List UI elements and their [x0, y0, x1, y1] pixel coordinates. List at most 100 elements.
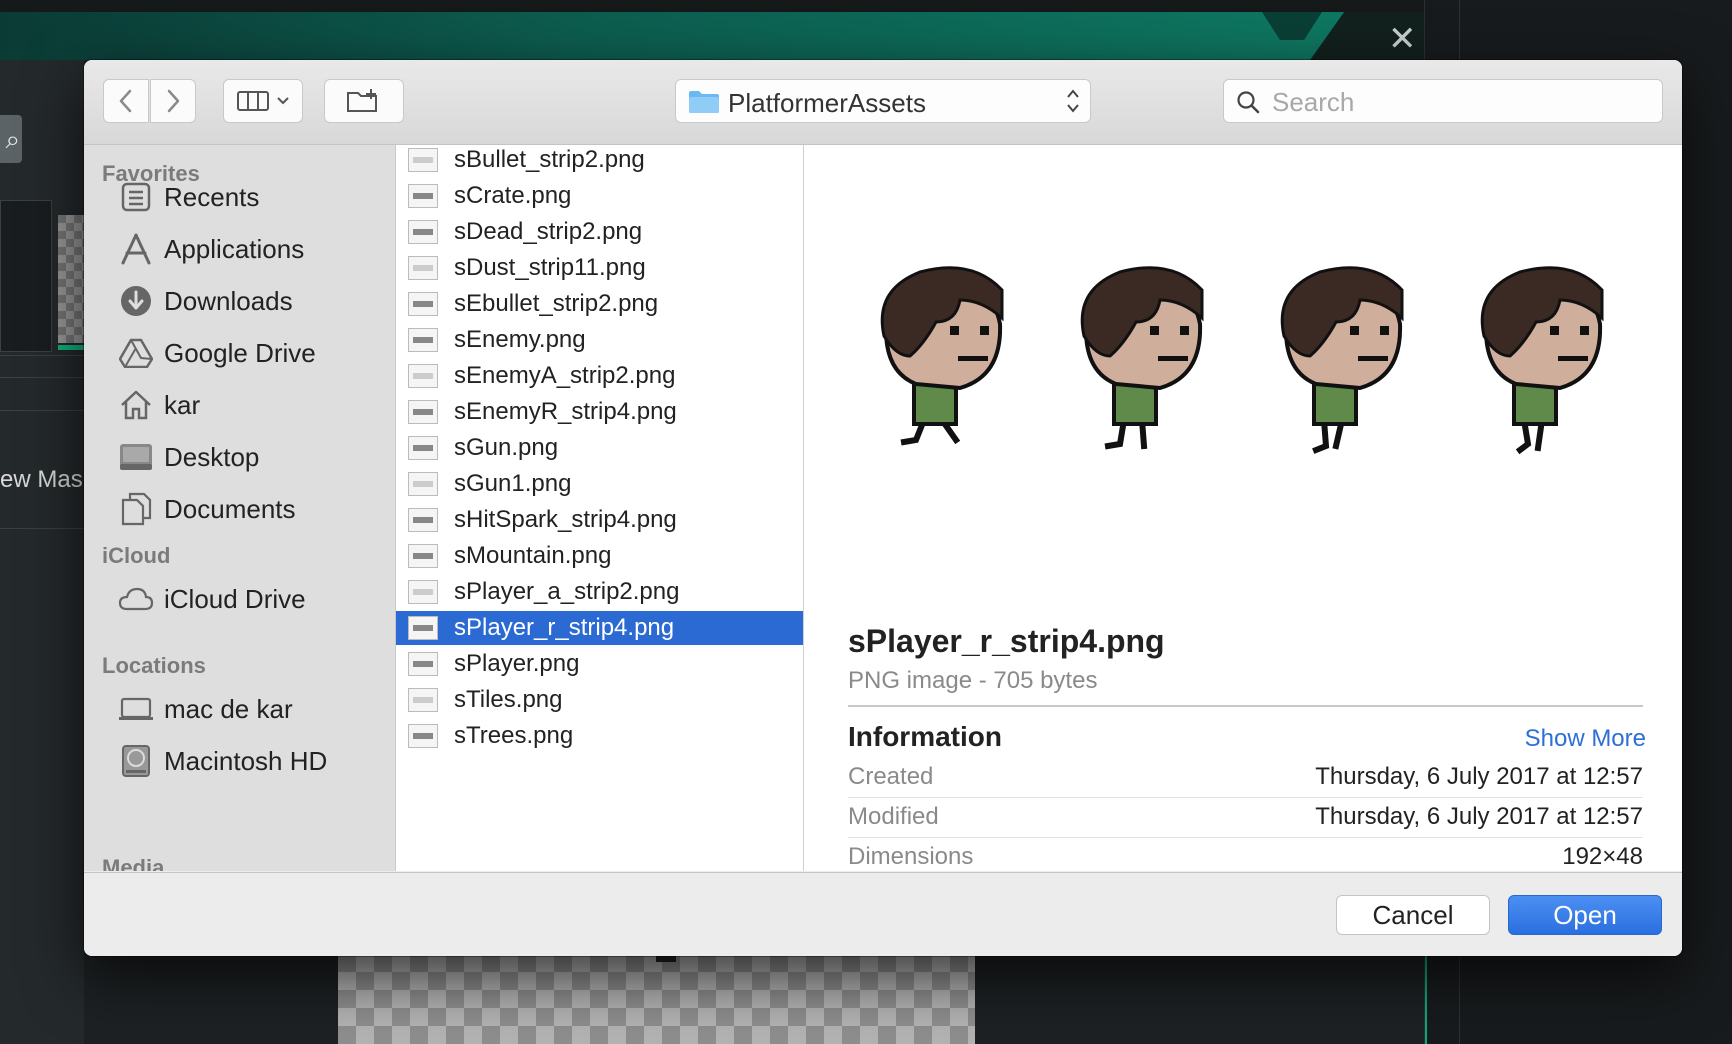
- file-list-row[interactable]: sGun.png: [396, 431, 803, 465]
- file-thumbnail-icon: [408, 436, 438, 460]
- file-name: sTiles.png: [454, 686, 563, 713]
- open-file-dialog: PlatformerAssets Favorites Recents Appli…: [84, 60, 1682, 956]
- sprite-frame: [1480, 266, 1604, 455]
- sidebar-item-label: kar: [164, 389, 201, 420]
- documents-icon: [118, 491, 154, 527]
- file-list-row[interactable]: sGun1.png: [396, 467, 803, 501]
- file-thumbnail-icon: [408, 724, 438, 748]
- sidebar-item-macintosh-hd[interactable]: Macintosh HD: [118, 741, 388, 781]
- sidebar-item-label: Google Drive: [164, 337, 316, 368]
- sidebar-section-locations: Locations: [102, 653, 206, 678]
- file-thumbnail-icon: [408, 688, 438, 712]
- sidebar-item-label: iCloud Drive: [164, 583, 306, 614]
- google-drive-icon: [118, 335, 154, 371]
- file-thumbnail-icon: [408, 364, 438, 388]
- file-list-row[interactable]: sDead_strip2.png: [396, 215, 803, 249]
- show-more-link[interactable]: Show More: [1525, 725, 1646, 753]
- forward-button[interactable]: [150, 79, 196, 123]
- sidebar-item-downloads[interactable]: Downloads: [118, 281, 388, 321]
- file-list-row[interactable]: sBullet_strip2.png: [396, 145, 803, 177]
- file-list-row[interactable]: sEbullet_strip2.png: [396, 287, 803, 321]
- sidebar-item-google-drive[interactable]: Google Drive: [118, 333, 388, 373]
- preview-divider: [848, 705, 1643, 707]
- file-name: sGun1.png: [454, 470, 572, 497]
- background-divider: [0, 355, 84, 356]
- file-thumbnail-icon: [408, 544, 438, 568]
- sprite-frame: [880, 266, 1004, 446]
- file-name: sDust_strip11.png: [454, 254, 646, 281]
- file-thumbnail-icon: [408, 472, 438, 496]
- file-name: sDead_strip2.png: [454, 218, 643, 245]
- file-name: sPlayer_a_strip2.png: [454, 578, 680, 605]
- file-thumbnail-icon: [408, 220, 438, 244]
- sidebar-item-label: Desktop: [164, 441, 260, 472]
- file-list-row[interactable]: sMountain.png: [396, 539, 803, 573]
- file-list: sBullet_strip2.png sCrate.png sDead_strip2…: [396, 145, 804, 871]
- back-button[interactable]: [103, 79, 149, 123]
- path-popup-label: PlatformerAssets: [728, 88, 926, 118]
- file-name: sCrate.png: [454, 182, 572, 209]
- background-accent-line: [1425, 955, 1427, 1044]
- dialog-toolbar: PlatformerAssets: [84, 60, 1682, 145]
- sidebar-item-kar[interactable]: kar: [118, 385, 388, 425]
- new-folder-icon: [346, 88, 382, 114]
- sidebar: Favorites Recents Applications Downloads…: [84, 145, 396, 871]
- path-popup[interactable]: PlatformerAssets: [675, 79, 1091, 123]
- file-list-row[interactable]: sEnemy.png: [396, 323, 803, 357]
- new-folder-button[interactable]: [324, 79, 404, 123]
- dialog-footer: Cancel Open: [84, 872, 1682, 956]
- background-divider: [0, 377, 84, 378]
- information-heading: Information: [848, 721, 1002, 752]
- file-thumbnail-icon: [408, 400, 438, 424]
- recents-icon: [118, 179, 154, 215]
- file-thumbnail-icon: [408, 328, 438, 352]
- applications-icon: [118, 231, 154, 267]
- background-divider: [0, 528, 84, 529]
- search-input[interactable]: [1270, 84, 1654, 120]
- sidebar-item-label: Documents: [164, 493, 296, 524]
- laptop-icon: [118, 691, 154, 727]
- info-key: Created: [848, 763, 934, 790]
- sidebar-item-mac-de-kar[interactable]: mac de kar: [118, 689, 388, 729]
- sidebar-item-icloud-drive[interactable]: iCloud Drive: [118, 579, 388, 619]
- file-name: sEnemyR_strip4.png: [454, 398, 677, 425]
- background-green-indicator: [58, 345, 84, 350]
- background-close-icon[interactable]: ✕: [1388, 22, 1417, 56]
- cancel-button[interactable]: Cancel: [1336, 895, 1490, 935]
- file-name: sGun.png: [454, 434, 559, 461]
- file-name: sPlayer.png: [454, 650, 580, 677]
- sidebar-item-documents[interactable]: Documents: [118, 489, 388, 529]
- file-list-row[interactable]: sPlayer_r_strip4.png: [396, 611, 803, 645]
- view-mode-button[interactable]: [223, 79, 303, 123]
- file-list-row[interactable]: sDust_strip11.png: [396, 251, 803, 285]
- file-list-row[interactable]: sTrees.png: [396, 719, 803, 753]
- home-icon: [118, 387, 154, 423]
- sidebar-section-media: Media: [102, 855, 165, 871]
- file-list-row[interactable]: sTiles.png: [396, 683, 803, 717]
- file-list-row[interactable]: sEnemyA_strip2.png: [396, 359, 803, 393]
- sidebar-item-applications[interactable]: Applications: [118, 229, 388, 269]
- search-field[interactable]: [1223, 79, 1663, 123]
- downloads-icon: [118, 283, 154, 319]
- file-list-row[interactable]: sCrate.png: [396, 179, 803, 213]
- column-view-icon: [237, 90, 271, 112]
- file-list-row[interactable]: sEnemyR_strip4.png: [396, 395, 803, 429]
- file-thumbnail-icon: [408, 508, 438, 532]
- open-button[interactable]: Open: [1508, 895, 1662, 935]
- sprite-strip-preview: [880, 266, 1604, 455]
- sidebar-item-recents[interactable]: Recents: [118, 177, 388, 217]
- folder-icon: [688, 90, 720, 119]
- sprite-frame: [1280, 266, 1404, 454]
- file-list-row[interactable]: sPlayer_a_strip2.png: [396, 575, 803, 609]
- background-label: ew Mas: [0, 466, 83, 493]
- desktop-icon: [118, 439, 154, 475]
- background-search-button[interactable]: ⌕: [0, 115, 22, 163]
- file-list-row[interactable]: sPlayer.png: [396, 647, 803, 681]
- file-name: sHitSpark_strip4.png: [454, 506, 677, 533]
- file-thumbnail-icon: [408, 616, 438, 640]
- background-canvas: [338, 954, 975, 1044]
- info-value: 192×48: [1562, 843, 1643, 870]
- file-name: sPlayer_r_strip4.png: [454, 614, 675, 641]
- sidebar-item-desktop[interactable]: Desktop: [118, 437, 388, 477]
- file-list-row[interactable]: sHitSpark_strip4.png: [396, 503, 803, 537]
